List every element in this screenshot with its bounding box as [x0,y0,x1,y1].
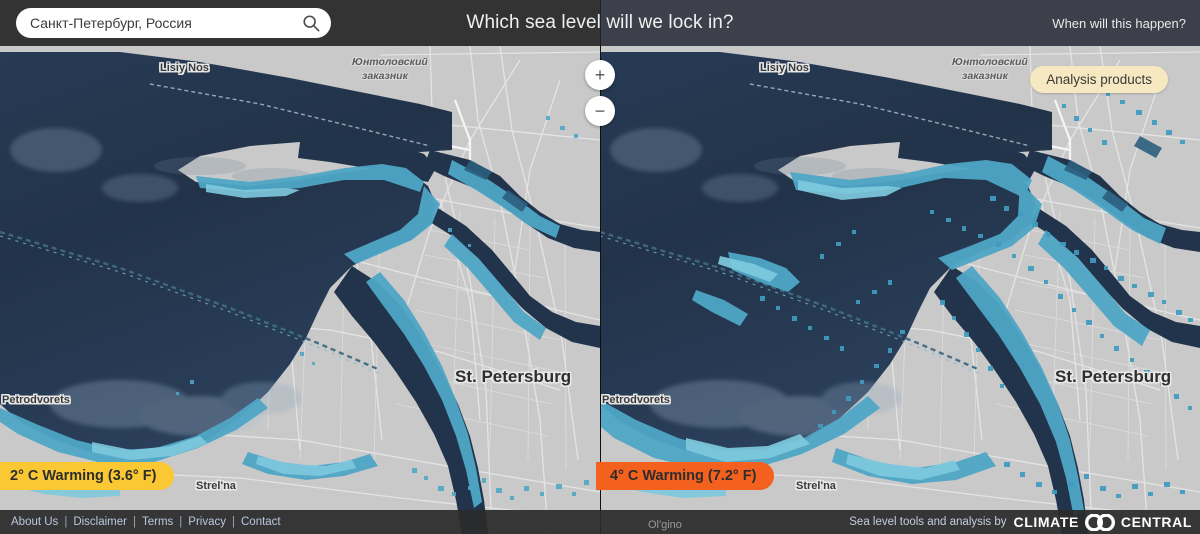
search-input[interactable] [16,9,297,37]
scenario-pill-4c[interactable]: 4° C Warming (7.2° F) [596,462,775,490]
search-button[interactable] [297,8,331,38]
two-overlapping-rings-icon [1084,513,1115,531]
app-header: Which sea level will we lock in? When wi… [0,0,1200,46]
footer-attribution: Sea level tools and analysis by CLIMATE … [849,513,1192,531]
footer-link-disclaimer[interactable]: Disclaimer [72,516,128,528]
scenario-pill-2c[interactable]: 2° C Warming (3.6° F) [0,462,175,490]
brand-word-climate: CLIMATE [1013,514,1079,530]
footer-link-contact[interactable]: Contact [240,516,282,528]
footer-separator: | [132,516,136,528]
app-footer: Ol'gino About Us | Disclaimer | Terms | … [0,510,1200,534]
footer-link-about-us[interactable]: About Us [10,516,59,528]
map-label-olgino: Ol'gino [648,519,682,531]
footer-separator: | [232,516,235,528]
zoom-in-button[interactable]: + [585,60,615,90]
footer-credit-text: Sea level tools and analysis by [849,516,1007,528]
brand-word-central: CENTRAL [1120,514,1192,530]
climate-central-logo[interactable]: CLIMATE CENTRAL [1013,513,1192,531]
zoom-out-button[interactable]: − [585,96,615,126]
footer-link-privacy[interactable]: Privacy [187,516,227,528]
location-search[interactable] [16,8,331,38]
map-render-left [0,45,600,534]
footer-separator: | [64,516,68,528]
analysis-products-button[interactable]: Analysis products [1030,66,1168,93]
footer-link-terms[interactable]: Terms [141,516,174,528]
footer-links: About Us | Disclaimer | Terms | Privacy … [10,516,282,528]
map-panel-2c-warming[interactable]: Lisiy Nos Юнтоловский заказник St. Peter… [0,0,600,534]
search-icon [303,15,320,32]
footer-separator: | [179,516,183,528]
zoom-controls: + − [585,60,615,126]
when-will-this-happen-link[interactable]: When will this happen? [1052,0,1186,46]
sea-level-comparison-app: Lisiy Nos Юнтоловский заказник St. Peter… [0,0,1200,534]
